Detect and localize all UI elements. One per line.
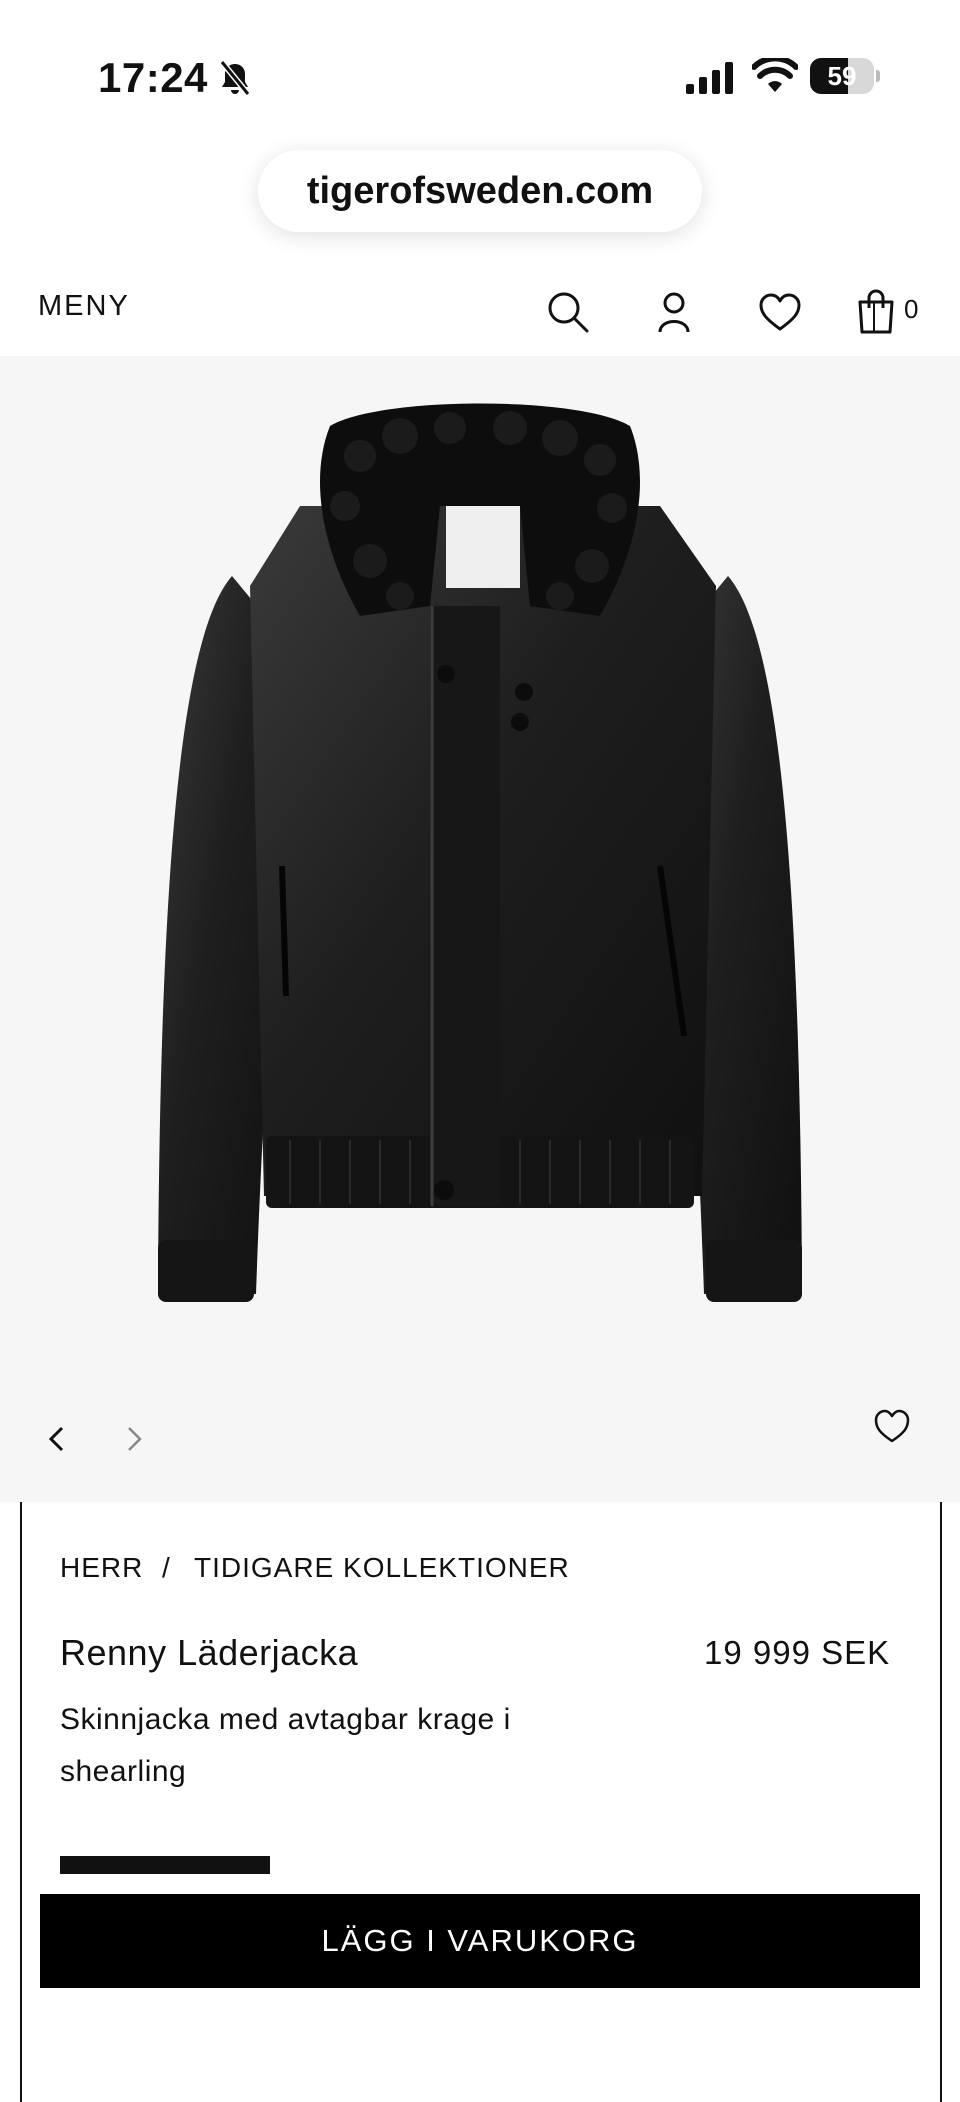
breadcrumb-tidigare-kollektioner[interactable]: TIDIGARE KOLLEKTIONER (194, 1552, 570, 1584)
jacket-illustration (158, 403, 802, 1302)
account-icon[interactable] (650, 288, 698, 336)
color-swatch[interactable] (60, 1856, 270, 1874)
product-info-panel (20, 1502, 942, 2102)
breadcrumb-herr[interactable]: HERR (60, 1552, 143, 1584)
menu-button[interactable]: MENY (38, 290, 130, 323)
product-description: Skinnjacka med avtagbar krage i shearlin… (60, 1703, 511, 1788)
heart-icon[interactable] (756, 288, 804, 336)
wifi-icon (752, 58, 798, 92)
battery-level: 59 (810, 58, 874, 94)
battery-cap (876, 70, 880, 82)
battery-percent: 59 (827, 61, 857, 91)
breadcrumb-separator: / (162, 1552, 170, 1583)
shopping-bag-icon[interactable] (852, 288, 900, 336)
battery-icon: 59 (810, 58, 880, 96)
product-image[interactable] (0, 356, 960, 1502)
cellular-signal-icon (686, 62, 733, 94)
bell-muted-icon (219, 60, 251, 96)
cart-count: 0 (904, 294, 919, 324)
chevron-right-icon[interactable] (120, 1424, 148, 1454)
favorite-heart-icon[interactable] (872, 1406, 912, 1446)
product-title: Renny Läderjacka (60, 1632, 359, 1673)
status-time: 17:24 (98, 54, 208, 101)
address-bar[interactable]: tigerofsweden.com (258, 150, 702, 232)
chevron-left-icon[interactable] (42, 1424, 70, 1454)
product-price: 19 999 SEK (704, 1634, 891, 1671)
search-icon[interactable] (544, 288, 592, 336)
add-to-cart-button[interactable]: LÄGG I VARUKORG (40, 1894, 920, 1988)
